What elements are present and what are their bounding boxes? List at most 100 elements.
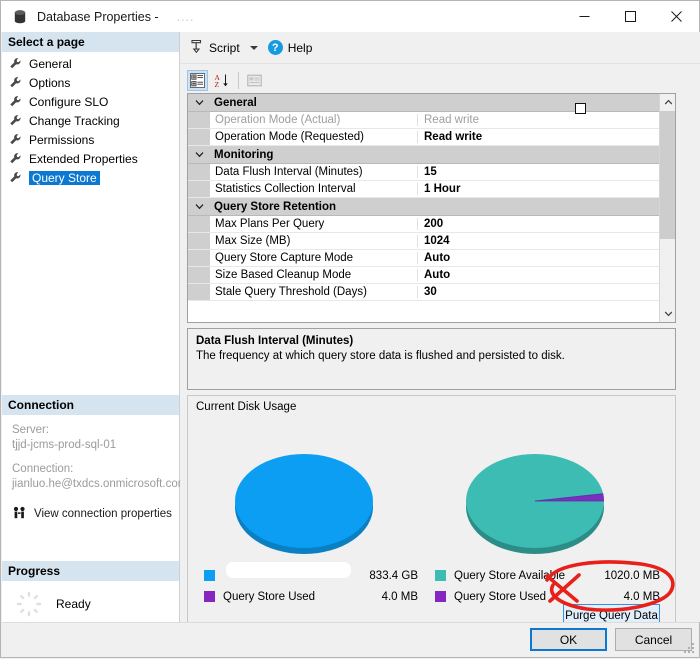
script-icon bbox=[190, 39, 204, 56]
connection-value: jianluo.he@txdcs.onmicrosoft.com bbox=[12, 477, 173, 492]
script-button[interactable]: Script bbox=[186, 37, 244, 59]
property-row[interactable]: Size Based Cleanup Mode Auto bbox=[188, 267, 660, 284]
wrench-icon bbox=[9, 171, 22, 184]
property-value[interactable]: 1 Hour bbox=[418, 183, 660, 195]
sidebar-item-extended-properties[interactable]: Extended Properties bbox=[2, 149, 179, 168]
property-grid[interactable]: General Operation Mode (Actual) Read wri… bbox=[187, 93, 676, 323]
legend-value: 4.0 MB bbox=[578, 591, 660, 603]
property-row[interactable]: Operation Mode (Requested) Read write bbox=[188, 129, 660, 146]
sidebar-item-options[interactable]: Options bbox=[2, 73, 179, 92]
property-name: Stale Query Threshold (Days) bbox=[210, 286, 418, 298]
property-value[interactable]: Auto bbox=[418, 269, 660, 281]
scrollbar-thumb[interactable] bbox=[660, 111, 675, 239]
redaction-overlay bbox=[226, 562, 351, 578]
close-icon[interactable] bbox=[653, 1, 699, 32]
row-gutter bbox=[188, 284, 210, 300]
help-icon: ? bbox=[268, 40, 283, 55]
row-gutter bbox=[188, 164, 210, 180]
sidebar-item-permissions[interactable]: Permissions bbox=[2, 130, 179, 149]
toolbar-separator bbox=[238, 72, 239, 89]
property-category-row[interactable]: Query Store Retention bbox=[188, 198, 660, 216]
sidebar-item-label: Configure SLO bbox=[29, 95, 108, 109]
property-value[interactable]: Read write bbox=[418, 131, 660, 143]
property-name: Data Flush Interval (Minutes) bbox=[210, 166, 418, 178]
sidebar-item-configure-slo[interactable]: Configure SLO bbox=[2, 92, 179, 111]
view-connection-properties-link[interactable]: View connection properties bbox=[12, 506, 173, 522]
property-category-label: Query Store Retention bbox=[210, 201, 660, 213]
sidebar-item-change-tracking[interactable]: Change Tracking bbox=[2, 111, 179, 130]
collapse-chevron-icon[interactable] bbox=[188, 198, 210, 215]
property-row[interactable]: Max Size (MB) 1024 bbox=[188, 233, 660, 250]
resize-grip[interactable] bbox=[684, 643, 695, 654]
cancel-button[interactable]: Cancel bbox=[615, 628, 692, 651]
help-label: Help bbox=[288, 41, 313, 55]
wrench-icon bbox=[9, 95, 22, 108]
property-value[interactable]: 15 bbox=[418, 166, 660, 178]
legend-item: Query Store Available bbox=[435, 568, 565, 583]
property-row[interactable]: Operation Mode (Actual) Read write bbox=[188, 112, 660, 129]
property-row[interactable]: Max Plans Per Query 200 bbox=[188, 216, 660, 233]
property-name: Operation Mode (Requested) bbox=[210, 131, 418, 143]
description-text: The frequency at which query store data … bbox=[196, 350, 667, 362]
legend-swatch bbox=[204, 591, 215, 602]
categorized-view-button[interactable] bbox=[187, 70, 208, 91]
property-row[interactable]: Statistics Collection Interval 1 Hour bbox=[188, 181, 660, 198]
legend-swatch bbox=[435, 591, 446, 602]
sidebar-item-label: Change Tracking bbox=[29, 114, 120, 128]
property-value[interactable]: Auto bbox=[418, 252, 660, 264]
connection-people-icon bbox=[12, 506, 27, 522]
sidebar-item-query-store[interactable]: Query Store bbox=[2, 168, 179, 187]
property-category-label: Monitoring bbox=[210, 149, 660, 161]
svg-text:Z: Z bbox=[215, 80, 220, 88]
chevron-down-icon[interactable] bbox=[250, 46, 258, 50]
legend-value: 833.4 GB bbox=[338, 570, 418, 582]
row-gutter bbox=[188, 112, 210, 128]
maximize-icon[interactable] bbox=[607, 1, 653, 32]
connection-section: Connection Server: tjjd-jcms-prod-sql-01… bbox=[2, 395, 179, 522]
property-grid-scrollbar[interactable] bbox=[659, 94, 675, 322]
description-title: Data Flush Interval (Minutes) bbox=[196, 335, 667, 347]
collapse-chevron-icon[interactable] bbox=[188, 94, 210, 111]
legend-label: Query Store Available bbox=[454, 570, 565, 582]
wrench-icon bbox=[9, 76, 22, 89]
property-category-row[interactable]: General bbox=[188, 94, 660, 112]
database-properties-window: Database Properties - .... Select a page… bbox=[0, 0, 700, 658]
floating-checkbox-artifact[interactable] bbox=[575, 103, 586, 114]
legend-swatch bbox=[435, 570, 446, 581]
property-category-row[interactable]: Monitoring bbox=[188, 146, 660, 164]
wrench-icon bbox=[9, 114, 22, 127]
minimize-icon[interactable] bbox=[561, 1, 607, 32]
property-row[interactable]: Stale Query Threshold (Days) 30 bbox=[188, 284, 660, 301]
current-disk-usage-title: Current Disk Usage bbox=[188, 396, 675, 413]
property-name: Max Size (MB) bbox=[210, 235, 418, 247]
page-list: General Options Configure SLO Change Tra… bbox=[2, 52, 179, 187]
property-value[interactable]: 1024 bbox=[418, 235, 660, 247]
row-gutter bbox=[188, 233, 210, 249]
property-row[interactable]: Data Flush Interval (Minutes) 15 bbox=[188, 164, 660, 181]
alphabetical-view-button[interactable]: A Z bbox=[211, 70, 232, 91]
script-label: Script bbox=[209, 41, 240, 55]
property-value[interactable]: 200 bbox=[418, 218, 660, 230]
legend-swatch bbox=[204, 570, 215, 581]
collapse-chevron-icon[interactable] bbox=[188, 146, 210, 163]
sidebar-item-general[interactable]: General bbox=[2, 54, 179, 73]
scroll-up-icon[interactable] bbox=[660, 94, 676, 111]
wrench-icon bbox=[9, 152, 22, 165]
property-name: Statistics Collection Interval bbox=[210, 183, 418, 195]
window-title-suffix: .... bbox=[177, 10, 195, 24]
ok-button[interactable]: OK bbox=[530, 628, 607, 651]
help-button[interactable]: ? Help bbox=[264, 37, 317, 59]
legend-item: Query Store Used bbox=[435, 589, 546, 604]
query-store-disk-usage-chart bbox=[463, 435, 615, 564]
progress-status: Ready bbox=[56, 597, 91, 611]
sidebar-item-label: Query Store bbox=[29, 171, 100, 185]
sidebar-item-label: General bbox=[29, 57, 72, 71]
property-description-panel: Data Flush Interval (Minutes) The freque… bbox=[187, 328, 676, 390]
row-gutter bbox=[188, 216, 210, 232]
property-name: Operation Mode (Actual) bbox=[210, 114, 418, 126]
scroll-down-icon[interactable] bbox=[660, 305, 676, 322]
property-row[interactable]: Query Store Capture Mode Auto bbox=[188, 250, 660, 267]
property-pages-button[interactable] bbox=[244, 70, 265, 91]
legend-label: Query Store Used bbox=[454, 591, 546, 603]
property-value[interactable]: 30 bbox=[418, 286, 660, 298]
